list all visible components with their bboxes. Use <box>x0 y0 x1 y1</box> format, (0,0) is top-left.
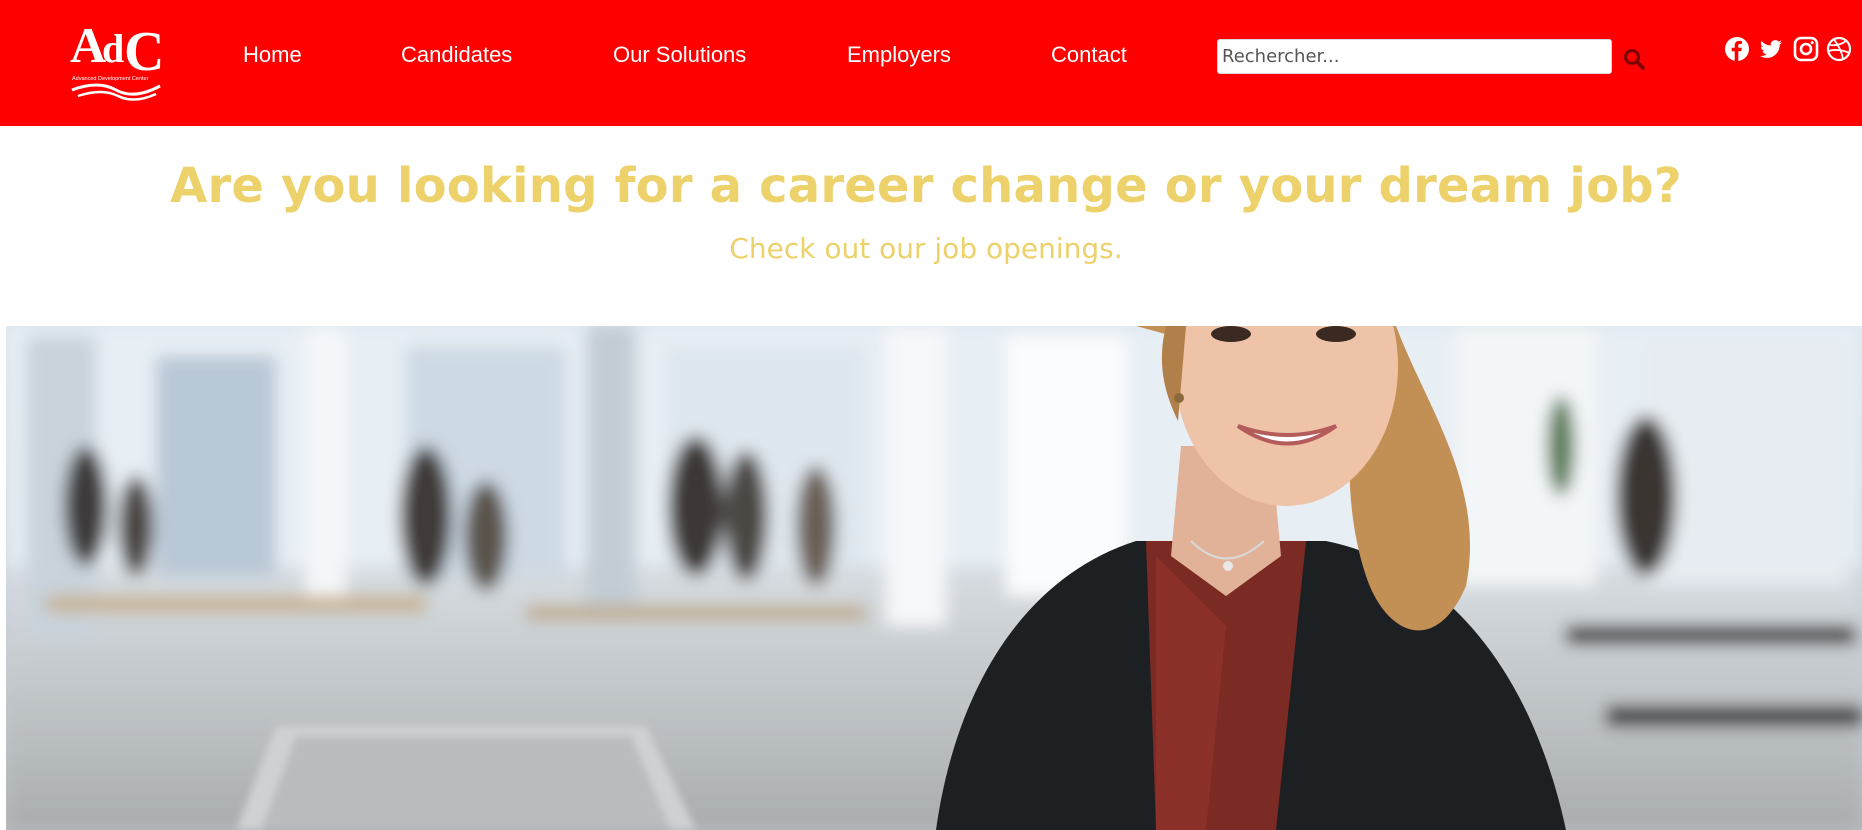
hero-title: Are you looking for a career change or y… <box>170 158 1682 214</box>
search-icon <box>1624 48 1645 70</box>
facebook-link[interactable] <box>1724 36 1750 62</box>
facebook-icon <box>1725 37 1749 61</box>
dribbble-icon <box>1826 36 1852 62</box>
twitter-icon <box>1760 40 1782 58</box>
instagram-icon <box>1793 36 1819 62</box>
dribbble-link[interactable] <box>1826 36 1852 62</box>
svg-text:A: A <box>70 17 106 73</box>
site-header: A d C Advanced Development Center Home C… <box>0 0 1862 126</box>
brand-logo[interactable]: A d C Advanced Development Center <box>68 10 164 102</box>
adc-logo-icon: A d C Advanced Development Center <box>70 17 164 101</box>
svg-text:C: C <box>124 21 164 83</box>
instagram-link[interactable] <box>1793 36 1819 62</box>
hero-photo <box>6 326 1862 830</box>
nav-contact[interactable]: Contact <box>1051 42 1127 68</box>
hero-subtitle: Check out our job openings. <box>729 232 1123 265</box>
nav-candidates[interactable]: Candidates <box>401 42 512 68</box>
nav-our-solutions[interactable]: Our Solutions <box>613 42 746 68</box>
nav-employers[interactable]: Employers <box>847 42 951 68</box>
svg-text:Advanced Development Center: Advanced Development Center <box>72 76 149 82</box>
twitter-link[interactable] <box>1758 36 1784 62</box>
search-button[interactable] <box>1620 46 1648 74</box>
search-input[interactable] <box>1217 39 1612 74</box>
svg-text:d: d <box>102 26 124 71</box>
woman-at-office-image <box>6 326 1862 830</box>
nav-home[interactable]: Home <box>243 42 302 68</box>
